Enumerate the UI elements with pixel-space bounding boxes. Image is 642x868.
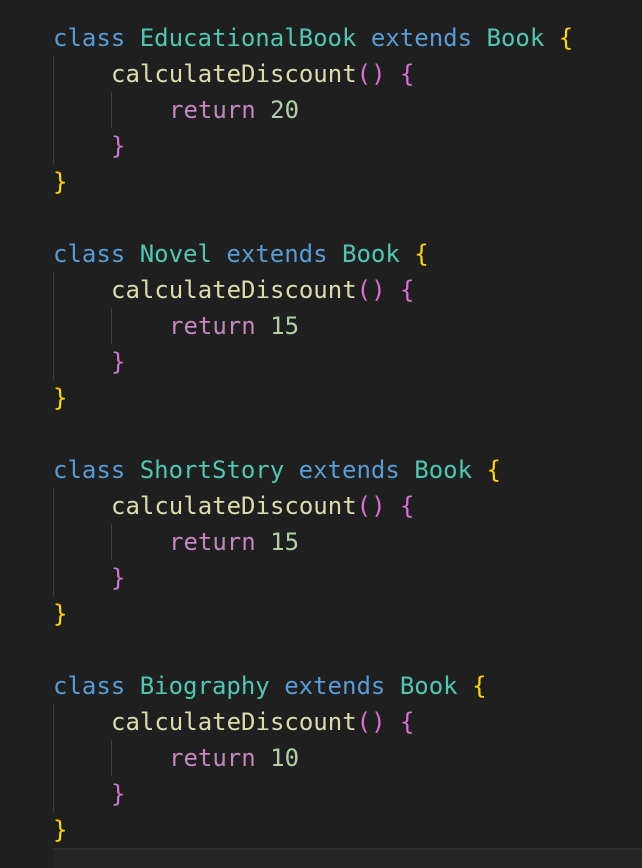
indent-guide <box>111 308 112 344</box>
class-name: EducationalBook <box>139 24 357 52</box>
method-close-brace: } <box>111 564 126 592</box>
extends-keyword: extends <box>370 24 473 52</box>
indent-guide <box>111 740 112 776</box>
class-declaration-line: class ShortStory extends Book { <box>53 452 501 488</box>
class-close-line: } <box>53 812 67 848</box>
method-parens: () <box>356 708 386 736</box>
method-close-line: } <box>111 776 125 812</box>
class-open-brace: { <box>414 240 429 268</box>
class-open-brace: { <box>472 672 487 700</box>
class-name: Biography <box>139 672 270 700</box>
extends-keyword: extends <box>284 672 386 700</box>
return-statement-line: return 20 <box>169 92 299 128</box>
method-parens: () <box>356 60 386 88</box>
class-name: ShortStory <box>139 456 285 484</box>
class-open-brace: { <box>558 24 574 52</box>
method-open-brace: { <box>400 708 415 736</box>
indent-guide <box>111 524 112 560</box>
indent-guide <box>53 56 54 164</box>
method-name: calculateDiscount <box>111 60 357 88</box>
parent-class-name: Book <box>399 672 458 700</box>
indent-guide <box>53 488 54 596</box>
class-close-line: } <box>53 596 67 632</box>
return-keyword: return <box>169 744 256 772</box>
class-keyword: class <box>53 24 126 52</box>
method-close-line: } <box>111 344 125 380</box>
return-value: 15 <box>270 528 300 556</box>
method-declaration-line: calculateDiscount() { <box>111 56 414 92</box>
class-open-brace: { <box>486 456 501 484</box>
indent-guide <box>53 704 54 812</box>
method-parens: () <box>356 492 386 520</box>
indent-guide <box>111 92 112 128</box>
return-value: 15 <box>270 312 300 340</box>
return-statement-line: return 15 <box>169 308 299 344</box>
method-name: calculateDiscount <box>111 492 357 520</box>
return-keyword: return <box>169 312 256 340</box>
class-name: Novel <box>139 240 212 268</box>
extends-keyword: extends <box>226 240 328 268</box>
class-declaration-line: class EducationalBook extends Book { <box>53 20 573 56</box>
method-close-line: } <box>111 560 125 596</box>
method-declaration-line: calculateDiscount() { <box>111 704 414 740</box>
return-keyword: return <box>169 528 256 556</box>
method-open-brace: { <box>400 60 415 88</box>
indent-guide <box>53 272 54 380</box>
return-value: 10 <box>270 744 300 772</box>
class-keyword: class <box>53 240 126 268</box>
parent-class-name: Book <box>414 456 473 484</box>
parent-class-name: Book <box>342 240 400 268</box>
return-statement-line: return 10 <box>169 740 299 776</box>
return-value: 20 <box>270 96 300 124</box>
class-close-line: } <box>53 164 67 200</box>
class-keyword: class <box>53 456 126 484</box>
method-close-brace: } <box>111 780 126 808</box>
method-declaration-line: calculateDiscount() { <box>111 488 414 524</box>
method-close-brace: } <box>111 348 126 376</box>
method-name: calculateDiscount <box>111 708 357 736</box>
parent-class-name: Book <box>486 24 545 52</box>
current-line-highlight[interactable] <box>53 848 642 868</box>
class-keyword: class <box>53 672 126 700</box>
class-close-brace: } <box>53 816 68 844</box>
return-statement-line: return 15 <box>169 524 299 560</box>
class-close-brace: } <box>53 384 68 412</box>
method-open-brace: { <box>400 492 415 520</box>
method-close-brace: } <box>111 132 126 160</box>
method-declaration-line: calculateDiscount() { <box>111 272 414 308</box>
extends-keyword: extends <box>298 456 400 484</box>
return-keyword: return <box>169 96 256 124</box>
class-declaration-line: class Novel extends Book { <box>53 236 429 272</box>
method-name: calculateDiscount <box>111 276 357 304</box>
class-declaration-line: class Biography extends Book { <box>53 668 487 704</box>
method-close-line: } <box>111 128 125 164</box>
code-editor[interactable]: class EducationalBook extends Book { cal… <box>0 0 642 868</box>
method-open-brace: { <box>400 276 415 304</box>
class-close-brace: } <box>53 168 68 196</box>
class-close-line: } <box>53 380 67 416</box>
method-parens: () <box>356 276 386 304</box>
class-close-brace: } <box>53 600 68 628</box>
